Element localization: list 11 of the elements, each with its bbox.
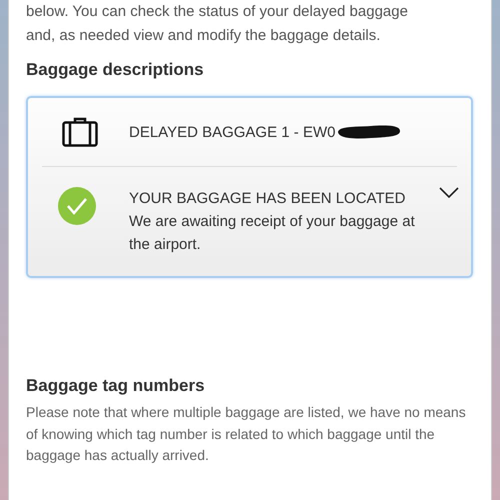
status-title: YOUR BAGGAGE HAS BEEN LOCATED [129, 189, 406, 209]
note-text: Please note that where multiple baggage are listed, we have no means of knowing which tag number is related to which baggage until the baggage has actually arrived. [26, 403, 467, 465]
intro-text: and, as needed view and modify the baggage details. [26, 26, 382, 46]
baggage-label: DELAYED BAGGAGE 1 - EW0 [129, 124, 336, 140]
check-icon [58, 187, 96, 225]
status-description: We are awaiting receipt of your baggage at the airport. [129, 212, 416, 255]
section-heading: Baggage descriptions [26, 60, 205, 80]
section-heading: Baggage tag numbers [26, 376, 206, 396]
intro-text: below. You can check the status of your delayed baggage [26, 2, 409, 22]
chevron-down-icon[interactable] [439, 187, 459, 199]
suitcase-icon [62, 117, 98, 147]
